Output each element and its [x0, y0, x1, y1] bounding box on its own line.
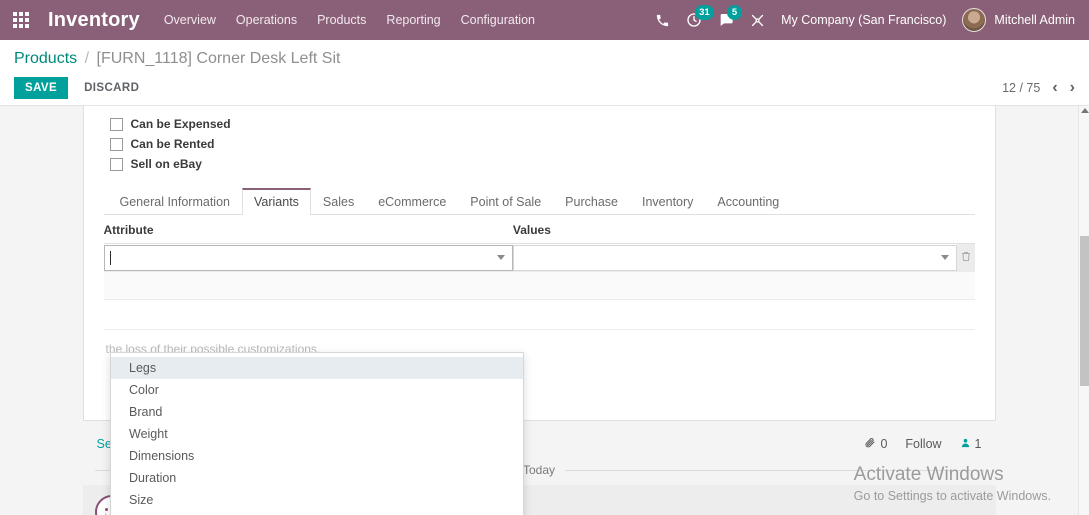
- autocomplete-search-more[interactable]: Search More...: [111, 511, 523, 515]
- breadcrumb: Products / [FURN_1118] Corner Desk Left …: [14, 48, 1075, 70]
- label-sell-on-ebay[interactable]: Sell on eBay: [131, 157, 202, 171]
- tab-sales[interactable]: Sales: [311, 188, 366, 215]
- menu-item-configuration[interactable]: Configuration: [461, 13, 535, 27]
- checkbox-can-be-rented[interactable]: [109, 137, 123, 151]
- day-separator-label: Today: [522, 463, 556, 477]
- apps-grid-icon[interactable]: [8, 7, 34, 33]
- user-icon: [960, 437, 971, 452]
- tab-accounting[interactable]: Accounting: [705, 188, 791, 215]
- debug-wrench-icon[interactable]: [750, 13, 765, 28]
- caret-down-icon[interactable]: [941, 255, 950, 260]
- chevron-left-icon[interactable]: ‹: [1052, 80, 1057, 96]
- tab-ecommerce[interactable]: eCommerce: [366, 188, 458, 215]
- tab-inventory[interactable]: Inventory: [630, 188, 705, 215]
- table-row: [103, 271, 975, 300]
- menu-item-operations[interactable]: Operations: [236, 13, 297, 27]
- top-navbar: Inventory Overview Operations Products R…: [0, 0, 1089, 40]
- table-header-row: Attribute Values: [103, 217, 975, 244]
- text-caret: [109, 250, 111, 265]
- checkbox-row-sell-on-ebay[interactable]: Sell on eBay: [109, 154, 975, 174]
- autocomplete-option-size[interactable]: Size: [111, 489, 523, 511]
- pager-counter: 12 / 75: [1002, 81, 1041, 95]
- checkbox-row-can-be-rented[interactable]: Can be Rented: [109, 134, 975, 154]
- checkbox-row-can-be-expensed[interactable]: Can be Expensed: [109, 114, 975, 134]
- autocomplete-option-dimensions[interactable]: Dimensions: [111, 445, 523, 467]
- attribute-autocomplete-dropdown: Legs Color Brand Weight Dimensions Durat…: [110, 352, 524, 515]
- autocomplete-option-weight[interactable]: Weight: [111, 423, 523, 445]
- control-panel: Products / [FURN_1118] Corner Desk Left …: [0, 40, 1089, 105]
- company-selector[interactable]: My Company (San Francisco): [781, 13, 946, 27]
- table-row: [103, 243, 975, 272]
- user-name-label: Mitchell Admin: [994, 13, 1075, 27]
- menu-item-reporting[interactable]: Reporting: [386, 13, 440, 27]
- label-can-be-expensed[interactable]: Can be Expensed: [131, 117, 231, 131]
- autocomplete-option-duration[interactable]: Duration: [111, 467, 523, 489]
- separator-line-right: [565, 469, 984, 471]
- delete-line-cell[interactable]: [957, 243, 975, 272]
- chevron-right-icon[interactable]: ›: [1070, 80, 1075, 96]
- follow-button[interactable]: Follow: [905, 437, 941, 451]
- column-header-attribute: Attribute: [103, 217, 513, 244]
- attribute-lines-table: Attribute Values: [103, 217, 975, 330]
- scrollable-form: Can be Expensed Can be Rented Sell on eB…: [0, 106, 1078, 515]
- scroll-thumb[interactable]: [1080, 236, 1089, 386]
- messages-badge: 5: [727, 5, 743, 20]
- breadcrumb-separator: /: [84, 50, 90, 67]
- avatar: [962, 8, 987, 32]
- column-header-values: Values: [512, 217, 958, 244]
- activities-clock-icon[interactable]: 31: [686, 5, 714, 28]
- notebook-tabs: General Information Variants Sales eComm…: [103, 188, 975, 215]
- vertical-scrollbar[interactable]: [1078, 106, 1089, 515]
- activities-badge: 31: [695, 5, 714, 20]
- paperclip-icon: [864, 437, 876, 452]
- caret-down-icon[interactable]: [496, 255, 505, 260]
- user-menu[interactable]: Mitchell Admin: [962, 8, 1075, 32]
- discard-button[interactable]: DISCARD: [78, 77, 145, 99]
- phone-icon[interactable]: [655, 13, 670, 28]
- main-menu: Overview Operations Products Reporting C…: [164, 13, 535, 27]
- breadcrumb-products-link[interactable]: Products: [14, 50, 77, 67]
- tab-purchase[interactable]: Purchase: [553, 188, 630, 215]
- values-input[interactable]: [512, 244, 958, 271]
- autocomplete-option-brand[interactable]: Brand: [111, 401, 523, 423]
- trash-icon[interactable]: [960, 251, 972, 266]
- scroll-up-arrow-icon[interactable]: [1081, 108, 1089, 113]
- label-can-be-rented[interactable]: Can be Rented: [131, 137, 215, 151]
- navbar-right-tools: 31 5 My Company (San Francisco) Mitchell…: [655, 5, 1075, 32]
- app-brand-title[interactable]: Inventory: [48, 9, 140, 32]
- tab-point-of-sale[interactable]: Point of Sale: [458, 188, 553, 215]
- menu-item-overview[interactable]: Overview: [164, 13, 216, 27]
- tab-general-information[interactable]: General Information: [108, 188, 242, 215]
- breadcrumb-current-record: [FURN_1118] Corner Desk Left Sit: [96, 50, 341, 67]
- form-content-area: Can be Expensed Can be Rented Sell on eB…: [0, 105, 1089, 515]
- autocomplete-option-color[interactable]: Color: [111, 379, 523, 401]
- checkbox-sell-on-ebay[interactable]: [109, 157, 123, 171]
- autocomplete-option-legs[interactable]: Legs: [111, 357, 523, 379]
- attribute-input[interactable]: [103, 244, 513, 271]
- attachments-counter[interactable]: 0: [864, 437, 887, 452]
- menu-item-products[interactable]: Products: [317, 13, 366, 27]
- tab-variants[interactable]: Variants: [241, 188, 311, 215]
- record-pager: 12 / 75 ‹ ›: [1002, 80, 1075, 96]
- followers-count: 1: [974, 437, 982, 451]
- save-button[interactable]: SAVE: [14, 77, 69, 99]
- checkbox-can-be-expensed[interactable]: [109, 117, 123, 131]
- followers-counter[interactable]: 1: [960, 437, 982, 452]
- table-row: [103, 299, 975, 330]
- messages-chat-icon[interactable]: 5: [718, 5, 743, 28]
- attachment-count: 0: [880, 437, 888, 451]
